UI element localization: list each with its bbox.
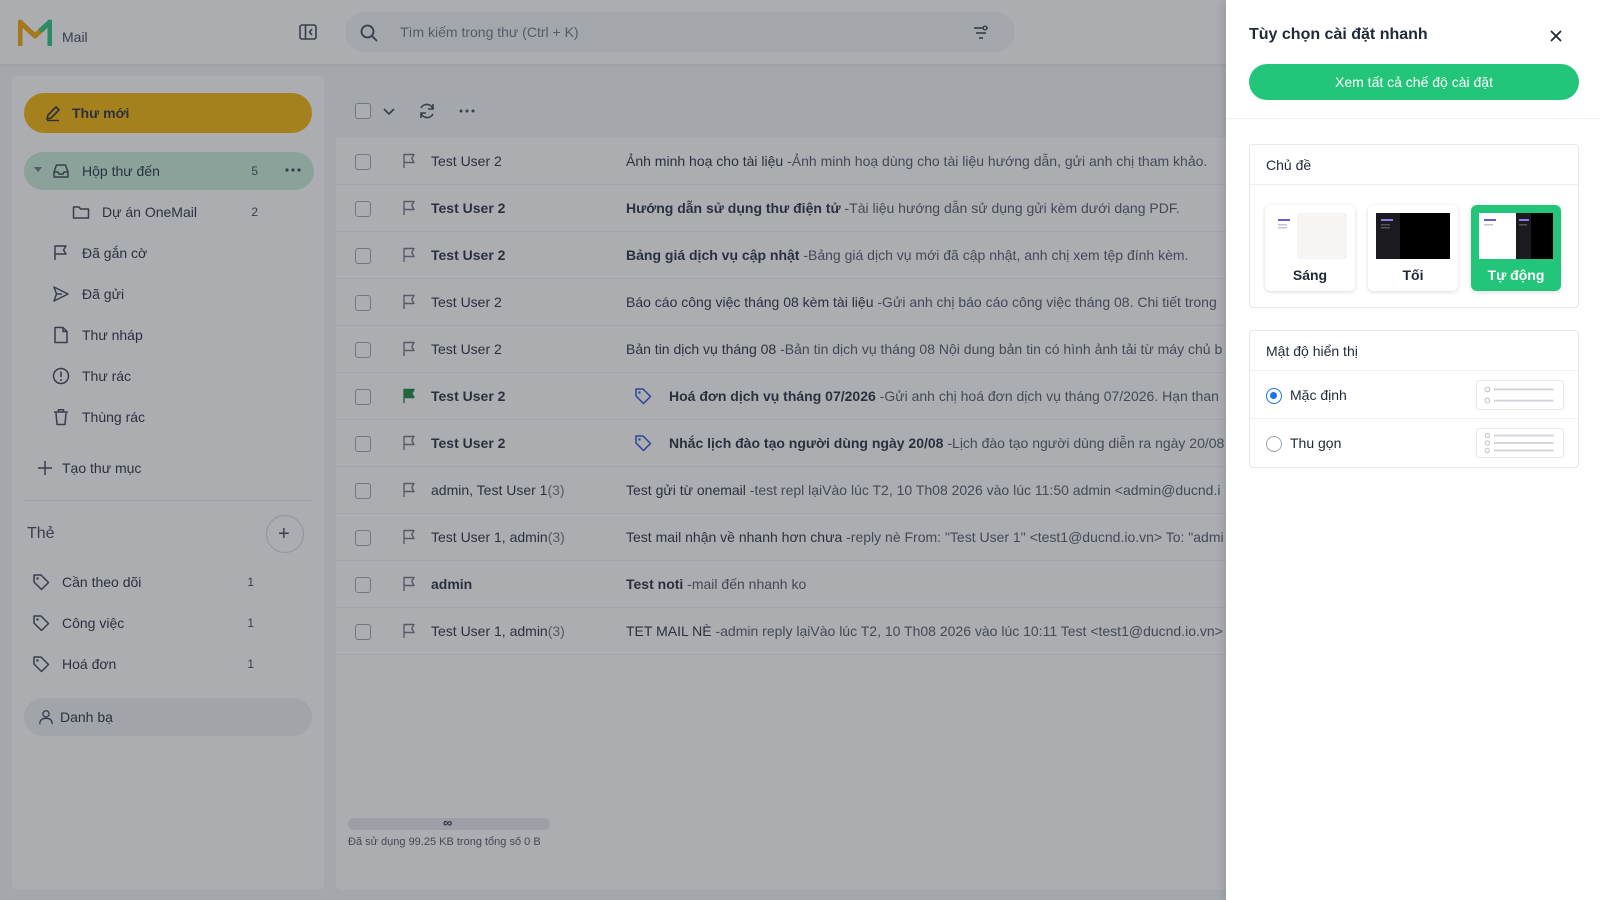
theme-panel-title: Chủ đề <box>1266 157 1312 173</box>
theme-label: Tối <box>1402 267 1424 283</box>
view-all-settings-button[interactable]: Xem tất cả chế độ cài đặt <box>1249 64 1579 100</box>
theme-panel-header: Chủ đề <box>1250 145 1578 185</box>
density-panel-header: Mật độ hiển thị <box>1250 331 1578 371</box>
theme-option-dark[interactable]: Tối <box>1368 205 1458 291</box>
light-theme-preview <box>1273 213 1347 259</box>
density-panel: Mật độ hiển thị Mặc định Thu gọn <box>1249 330 1579 468</box>
density-option-compact[interactable]: Thu gọn <box>1250 419 1578 467</box>
compact-density-preview <box>1476 428 1564 458</box>
drawer-title: Tùy chọn cài đặt nhanh <box>1249 26 1428 43</box>
theme-panel: Chủ đề Sáng Tối Tự động <box>1249 144 1579 308</box>
theme-option-light[interactable]: Sáng <box>1265 205 1355 291</box>
radio-unselected[interactable] <box>1266 436 1282 452</box>
mail-app: Mail Tìm kiếm trong thư (Ctrl + K) Thư m… <box>0 0 1600 900</box>
modal-backdrop[interactable] <box>0 0 1226 900</box>
quick-settings-drawer: Tùy chọn cài đặt nhanh Xem tất cả chế độ… <box>1226 0 1600 900</box>
density-panel-title: Mật độ hiển thị <box>1266 343 1358 359</box>
theme-label: Tự động <box>1487 267 1545 283</box>
density-option-default[interactable]: Mặc định <box>1250 371 1578 419</box>
auto-theme-preview <box>1479 213 1553 259</box>
radio-selected[interactable] <box>1266 388 1282 404</box>
dark-theme-preview <box>1376 213 1450 259</box>
close-icon[interactable] <box>1548 28 1564 44</box>
theme-option-auto[interactable]: Tự động <box>1471 205 1561 291</box>
density-label: Mặc định <box>1290 387 1347 403</box>
drawer-divider <box>1226 118 1600 119</box>
default-density-preview <box>1476 380 1564 410</box>
theme-label: Sáng <box>1292 267 1328 283</box>
density-label: Thu gọn <box>1290 435 1342 451</box>
